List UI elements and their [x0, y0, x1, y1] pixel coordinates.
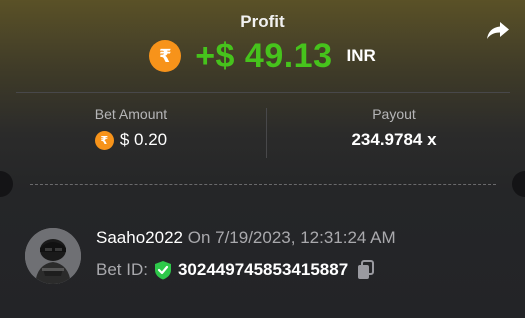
- username[interactable]: Saaho2022: [96, 228, 183, 247]
- bet-id-value: 302449745853415887: [177, 260, 349, 279]
- stats-separator: [266, 108, 267, 158]
- dashed-separator: [30, 184, 496, 185]
- bet-stats: Bet Amount ₹ $ 0.20 Payout 234.9784 x: [0, 94, 525, 164]
- payout-value: 234.9784 x: [351, 130, 437, 149]
- bet-amount-stat: Bet Amount ₹ $ 0.20: [0, 106, 262, 150]
- profit-amount: +$ 49.13: [195, 36, 333, 75]
- rupee-coin-icon: ₹: [149, 40, 182, 72]
- bet-amount-value: $ 0.20: [119, 130, 168, 149]
- avatar: [25, 228, 81, 284]
- payout-stat: Payout 234.9784 x: [263, 106, 525, 150]
- bet-details-card: Profit ₹ +$ 49.13 INR Bet Amount ₹ $ 0.2…: [0, 0, 525, 318]
- rupee-coin-icon: ₹: [94, 130, 114, 150]
- profit-title: Profit: [240, 12, 285, 31]
- user-info-line: Saaho2022 On 7/19/2023, 12:31:24 AM: [96, 228, 396, 248]
- payout-label: Payout: [372, 106, 416, 122]
- bet-id-row: Bet ID: 302449745853415887: [96, 260, 375, 280]
- divider: [16, 92, 510, 93]
- bet-amount-label: Bet Amount: [94, 106, 168, 122]
- copy-icon[interactable]: [357, 260, 375, 280]
- bet-timestamp: On 7/19/2023, 12:31:24 AM: [187, 228, 396, 247]
- profit-amount-row: ₹ +$ 49.13 INR: [0, 36, 525, 76]
- currency-code: INR: [346, 46, 376, 65]
- bet-id-label: Bet ID:: [96, 260, 148, 279]
- ticket-notch-right: [512, 171, 525, 197]
- bet-amount-value-row: ₹ $ 0.20: [0, 130, 262, 150]
- shield-check-icon: [154, 260, 172, 280]
- ticket-notch-left: [0, 171, 13, 197]
